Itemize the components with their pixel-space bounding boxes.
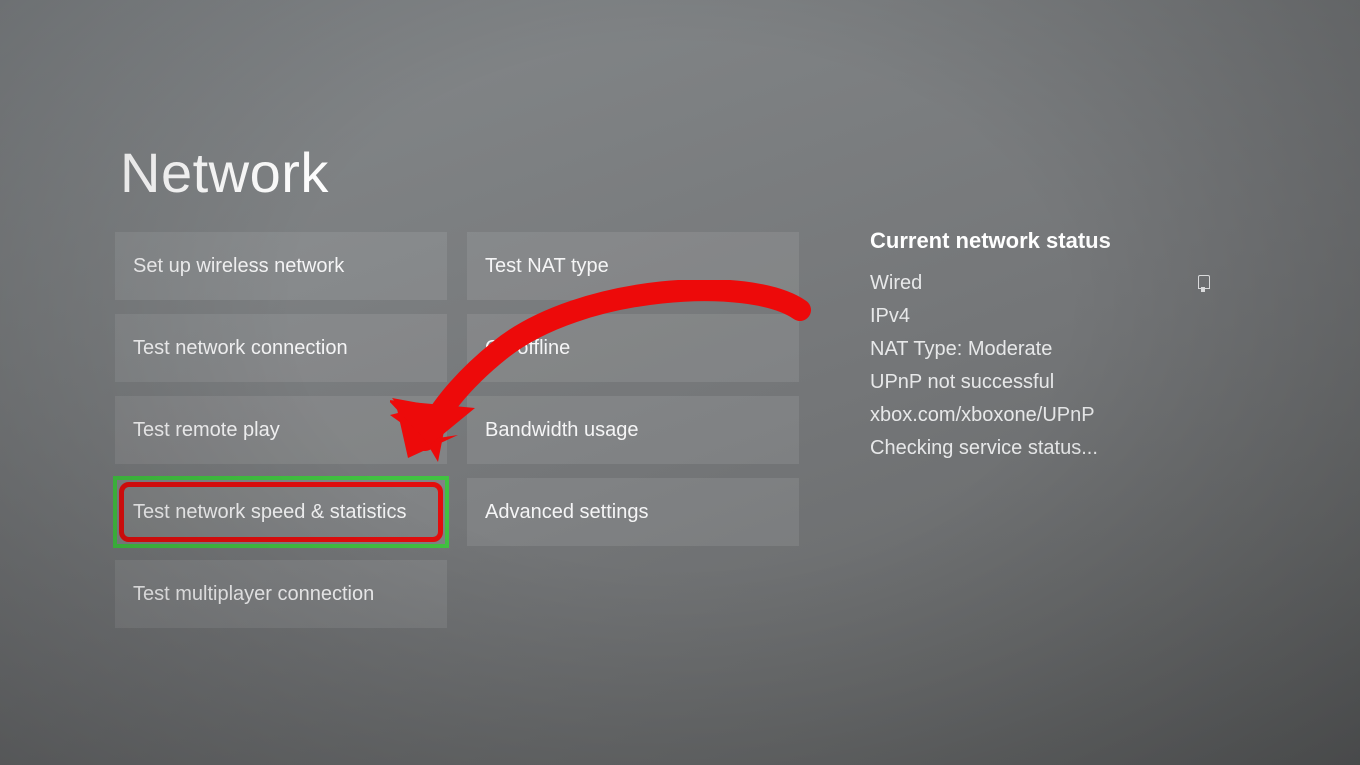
setup-wireless-label: Set up wireless network [133,255,344,278]
setup-wireless-tile[interactable]: Set up wireless network [115,232,447,300]
status-connection: Wired [870,272,1210,295]
test-multiplayer-label: Test multiplayer connection [133,583,374,606]
advanced-settings-tile[interactable]: Advanced settings [467,478,799,546]
status-ip: IPv4 [870,305,1210,328]
status-upnp: UPnP not successful [870,371,1210,394]
go-offline-label: Go offline [485,337,570,360]
test-remote-play-tile[interactable]: Test remote play [115,396,447,464]
status-nat: NAT Type: Moderate [870,338,1210,361]
status-service: Checking service status... [870,437,1210,460]
test-remote-play-label: Test remote play [133,419,280,442]
test-multiplayer-tile[interactable]: Test multiplayer connection [115,560,447,628]
settings-tile-columns: Set up wireless network Test network conn… [115,232,799,628]
status-connection-label: Wired [870,272,922,295]
page-title: Network [120,140,329,205]
test-nat-type-tile[interactable]: Test NAT type [467,232,799,300]
test-network-connection-label: Test network connection [133,337,348,360]
status-heading: Current network status [870,228,1210,254]
bandwidth-usage-tile[interactable]: Bandwidth usage [467,396,799,464]
advanced-settings-label: Advanced settings [485,501,648,524]
wired-icon [1196,275,1210,293]
test-speed-stats-label: Test network speed & statistics [133,501,406,524]
network-status-panel: Current network status Wired IPv4 NAT Ty… [870,228,1210,470]
status-upnp-url: xbox.com/xboxone/UPnP [870,404,1210,427]
network-settings-screen: Network Set up wireless network Test netw… [0,0,1360,765]
test-speed-stats-tile[interactable]: Test network speed & statistics [115,478,447,546]
bandwidth-usage-label: Bandwidth usage [485,419,638,442]
test-nat-type-label: Test NAT type [485,255,609,278]
settings-column-2: Test NAT type Go offline Bandwidth usage Ad… [467,232,799,628]
test-network-connection-tile[interactable]: Test network connection [115,314,447,382]
settings-column-1: Set up wireless network Test network conn… [115,232,447,628]
go-offline-tile[interactable]: Go offline [467,314,799,382]
